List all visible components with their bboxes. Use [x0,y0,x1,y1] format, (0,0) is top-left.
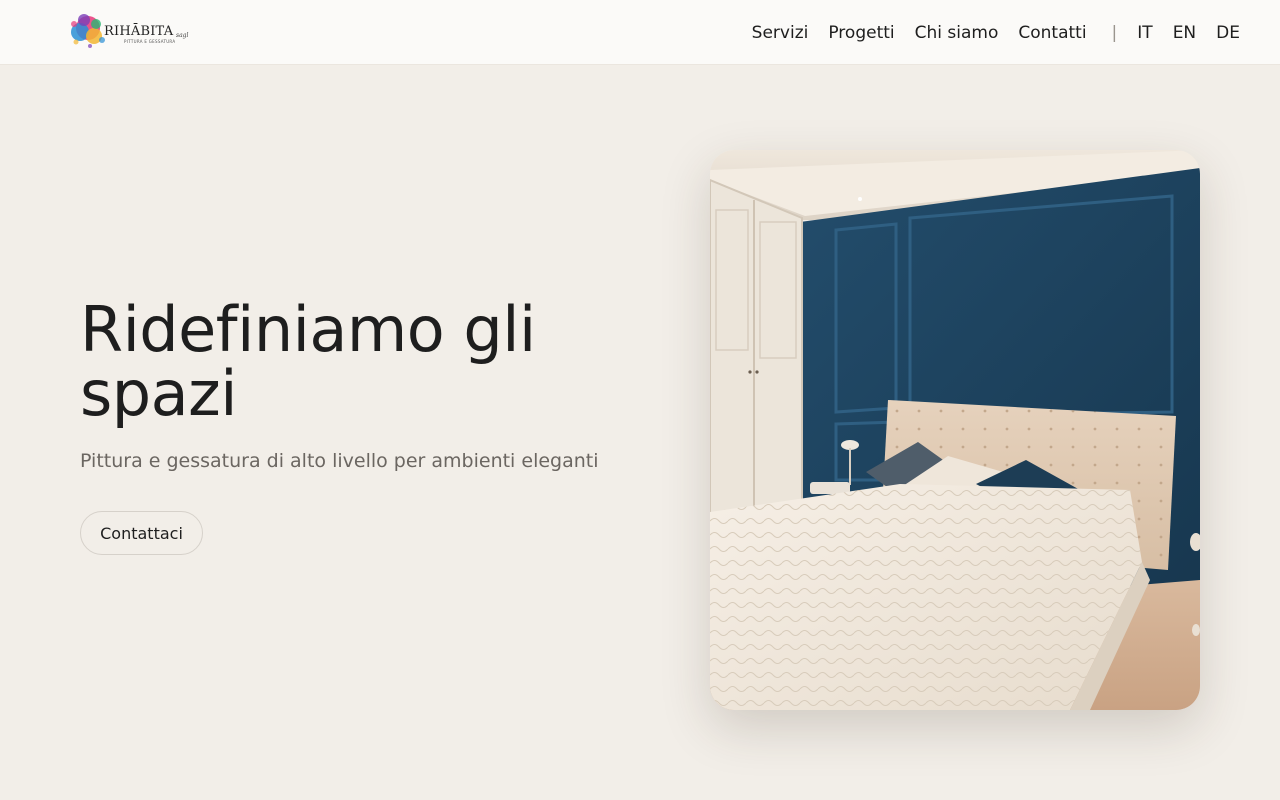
lang-en[interactable]: EN [1173,23,1196,43]
hero-title: Ridefiniamo gli spazi [80,293,536,430]
lang-it[interactable]: IT [1137,23,1152,43]
language-switcher: IT EN DE [1137,23,1240,43]
contact-button[interactable]: Contattaci [80,511,203,555]
brand-logo[interactable]: RIHĀBITA sagl PITTURA E GESSATURA [66,6,190,56]
nav-separator: | [1111,22,1118,43]
logo-tagline: PITTURA E GESSATURA [124,39,176,44]
logo-wordmark: RIHĀBITA [104,24,174,39]
hero-bedroom-photo [710,150,1200,710]
logo-suffix: sagl [176,32,189,39]
site-header: RIHĀBITA sagl PITTURA E GESSATURA Serviz… [0,0,1280,65]
nav-links: Servizi Progetti Chi siamo Contatti [752,23,1087,43]
main-nav: Servizi Progetti Chi siamo Contatti | IT… [752,0,1240,65]
nav-link-chi-siamo[interactable]: Chi siamo [915,23,999,43]
nav-link-progetti[interactable]: Progetti [828,23,894,43]
nav-link-contatti[interactable]: Contatti [1018,23,1086,43]
nav-link-servizi[interactable]: Servizi [752,23,809,43]
lang-de[interactable]: DE [1216,23,1240,43]
hero-subtitle: Pittura e gessatura di alto livello per … [80,450,599,472]
